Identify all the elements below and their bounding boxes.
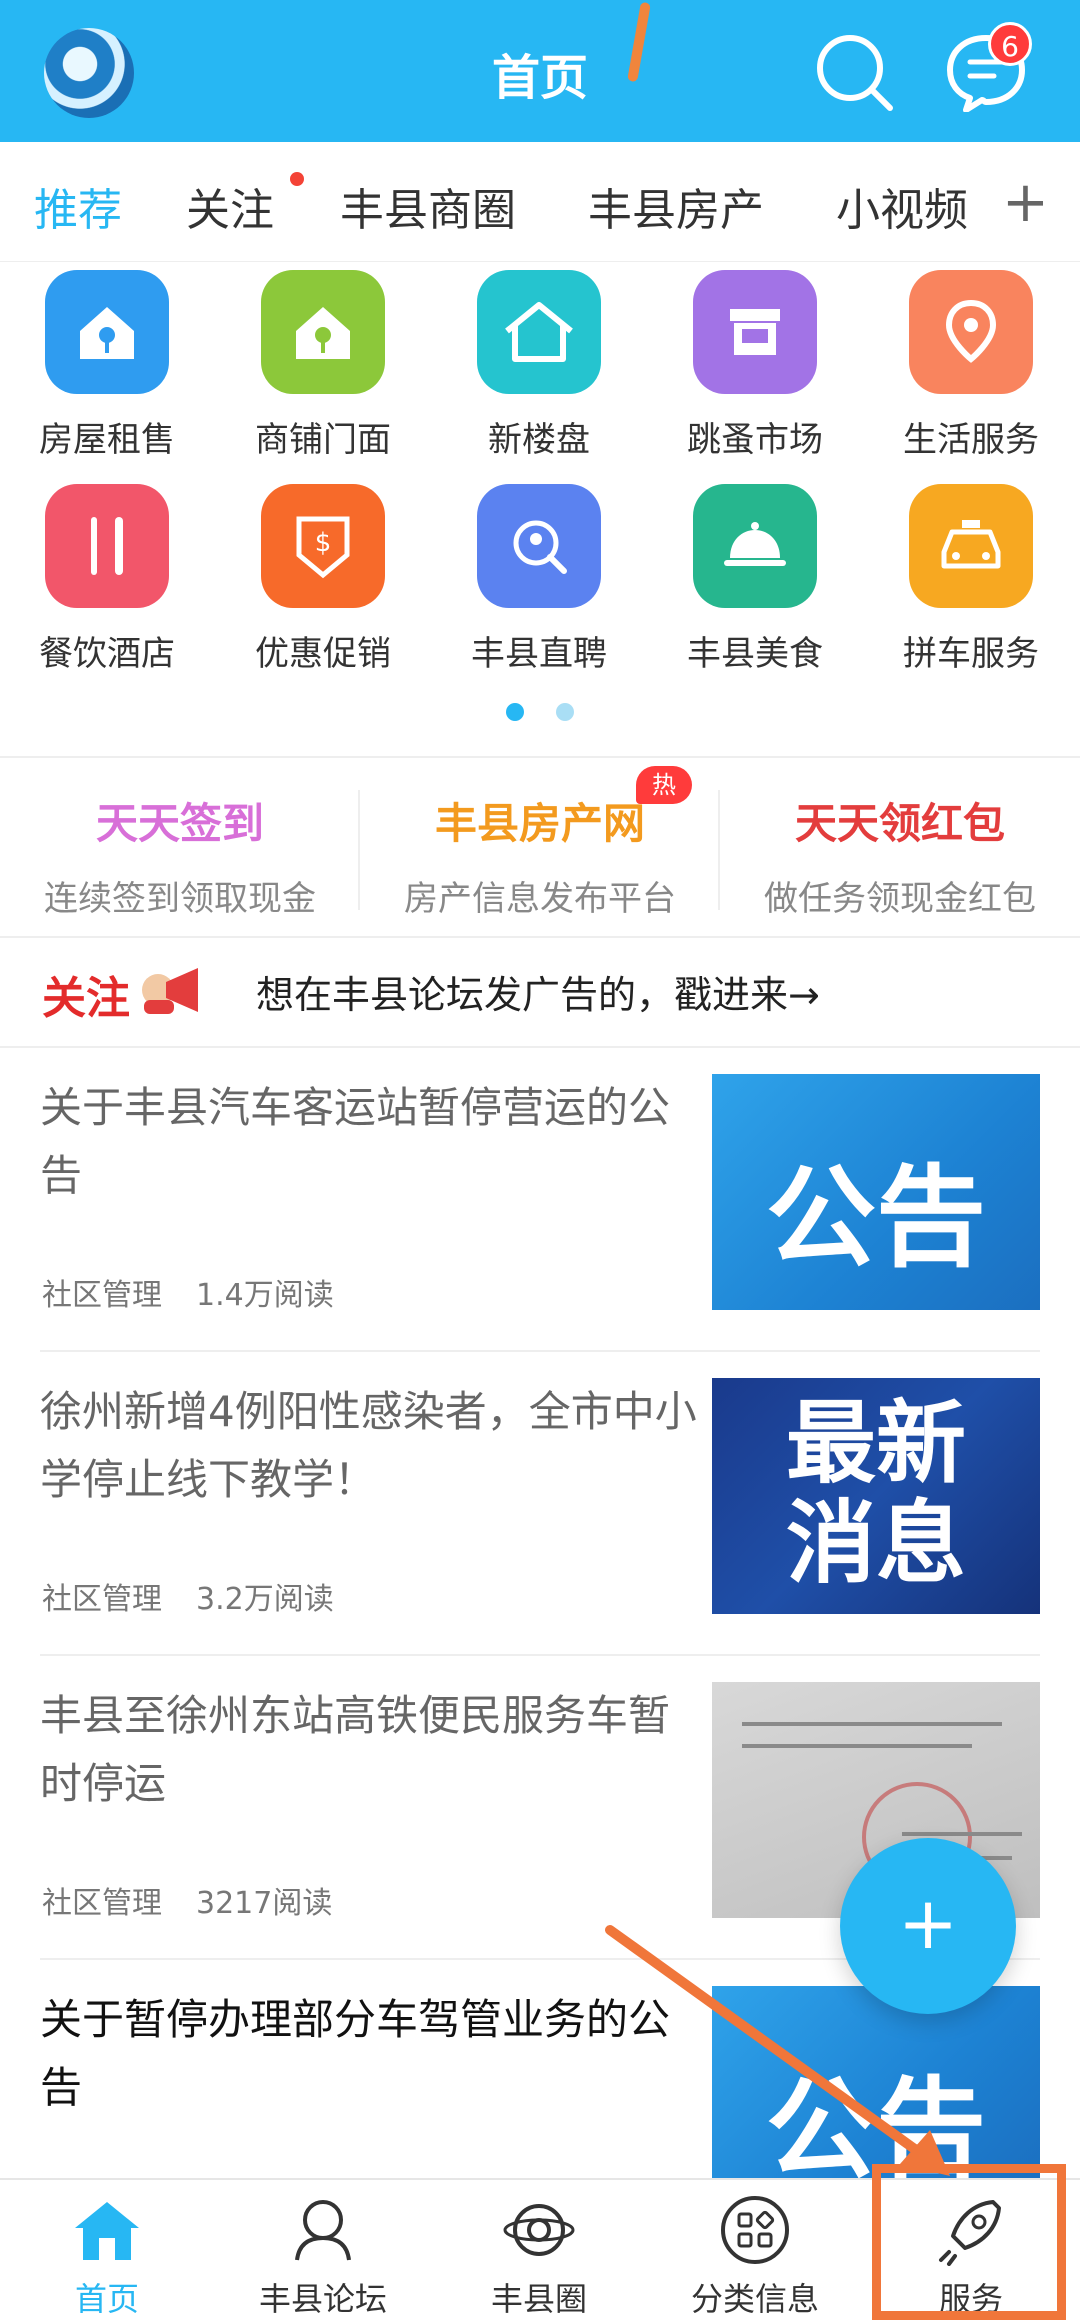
- tab-recommend[interactable]: 推荐: [34, 174, 122, 238]
- section-divider: [0, 936, 1080, 938]
- section-divider: [0, 1046, 1080, 1048]
- feature-realestate-site[interactable]: 丰县房产网 房产信息发布平台: [360, 790, 720, 920]
- flea-market-icon: [693, 270, 817, 394]
- grid-item-life-service[interactable]: 生活服务: [876, 270, 1066, 461]
- news-thumbnail: 最新 消息: [712, 1378, 1040, 1614]
- category-grid-icon: [721, 2196, 789, 2264]
- price-tag-icon: $: [261, 484, 385, 608]
- news-separator: [40, 1654, 1040, 1656]
- unread-dot: [290, 172, 304, 186]
- megaphone-icon: [142, 968, 198, 1014]
- message-count-badge: 6: [988, 22, 1032, 66]
- nav-home[interactable]: 首页: [12, 2194, 202, 2320]
- tab-follow[interactable]: 关注: [186, 174, 274, 238]
- food-cloche-icon: [693, 484, 817, 608]
- page-title: 首页: [491, 50, 588, 106]
- feature-red-packet[interactable]: 天天领红包 做任务领现金红包: [720, 790, 1080, 920]
- annotation-arrow: [605, 1925, 950, 2176]
- annotation-highlight-box: [872, 2164, 1066, 2320]
- svg-text:$: $: [315, 528, 332, 558]
- tab-short-video[interactable]: 小视频: [836, 174, 968, 238]
- grid-item-dining[interactable]: 餐饮酒店: [12, 484, 202, 675]
- notice-tag: 关注: [42, 973, 130, 1024]
- grid-item-promotions[interactable]: $ 优惠促销: [228, 484, 418, 675]
- planet-icon: [503, 2204, 575, 2256]
- notice-text[interactable]: 想在丰县论坛发广告的，戳进来→: [256, 964, 820, 1019]
- shop-key-icon: [261, 270, 385, 394]
- news-meta: 社区管理 1.4万阅读: [42, 1278, 334, 1313]
- section-divider: [0, 756, 1080, 758]
- tab-fengxian-business[interactable]: 丰县商圈: [340, 174, 516, 238]
- news-separator: [40, 1350, 1040, 1352]
- grid-item-recruitment[interactable]: 丰县直聘: [444, 484, 634, 675]
- grid-item-new-buildings[interactable]: 新楼盘: [444, 270, 634, 461]
- grid-item-flea-market[interactable]: 跳蚤市场: [660, 270, 850, 461]
- search-icon[interactable]: [812, 30, 896, 114]
- news-title: 徐州新增4例阳性感染者，全市中小学停止线下教学！: [40, 1387, 697, 1504]
- new-building-icon: [477, 270, 601, 394]
- news-title: 丰县至徐州东站高铁便民服务车暂时停运: [40, 1691, 671, 1808]
- grid-item-house-rental[interactable]: 房屋租售: [12, 270, 202, 461]
- news-meta: 社区管理 3217阅读: [42, 1886, 333, 1921]
- grid-item-shop-rental[interactable]: 商铺门面: [228, 270, 418, 461]
- nav-circle[interactable]: 丰县圈: [444, 2194, 634, 2320]
- grid-item-carpool[interactable]: 拼车服务: [876, 484, 1066, 675]
- home-icon: [75, 2202, 139, 2260]
- hot-badge: 热: [636, 766, 692, 804]
- location-pin-icon: [909, 270, 1033, 394]
- grid-item-food[interactable]: 丰县美食: [660, 484, 850, 675]
- news-thumbnail: 公告: [712, 1074, 1040, 1310]
- taxi-icon: [909, 484, 1033, 608]
- news-item[interactable]: 关于丰县汽车客运站暂停营运的公告 社区管理 1.4万阅读 公告: [40, 1074, 1040, 1314]
- pager-dot: [556, 703, 574, 721]
- pager-dot-active: [506, 703, 524, 721]
- news-meta: 社区管理 3.2万阅读: [42, 1582, 334, 1617]
- category-tabs: 推荐 关注 丰县商圈 丰县房产 小视频 +: [0, 142, 1080, 262]
- nav-classifieds[interactable]: 分类信息: [660, 2194, 850, 2320]
- tab-fengxian-realestate[interactable]: 丰县房产: [588, 174, 764, 238]
- fork-knife-icon: [45, 484, 169, 608]
- house-key-icon: [45, 270, 169, 394]
- nav-forum[interactable]: 丰县论坛: [228, 2194, 418, 2320]
- add-tab-button[interactable]: +: [1002, 170, 1049, 235]
- recruit-search-icon: [477, 484, 601, 608]
- news-title: 关于丰县汽车客运站暂停营运的公告: [40, 1083, 671, 1200]
- top-app-bar: 首页 6: [0, 0, 1080, 142]
- feature-daily-checkin[interactable]: 天天签到 连续签到领取现金: [0, 790, 360, 920]
- news-item[interactable]: 徐州新增4例阳性感染者，全市中小学停止线下教学！ 社区管理 3.2万阅读 最新 消…: [40, 1378, 1040, 1618]
- forum-icon: [295, 2200, 351, 2261]
